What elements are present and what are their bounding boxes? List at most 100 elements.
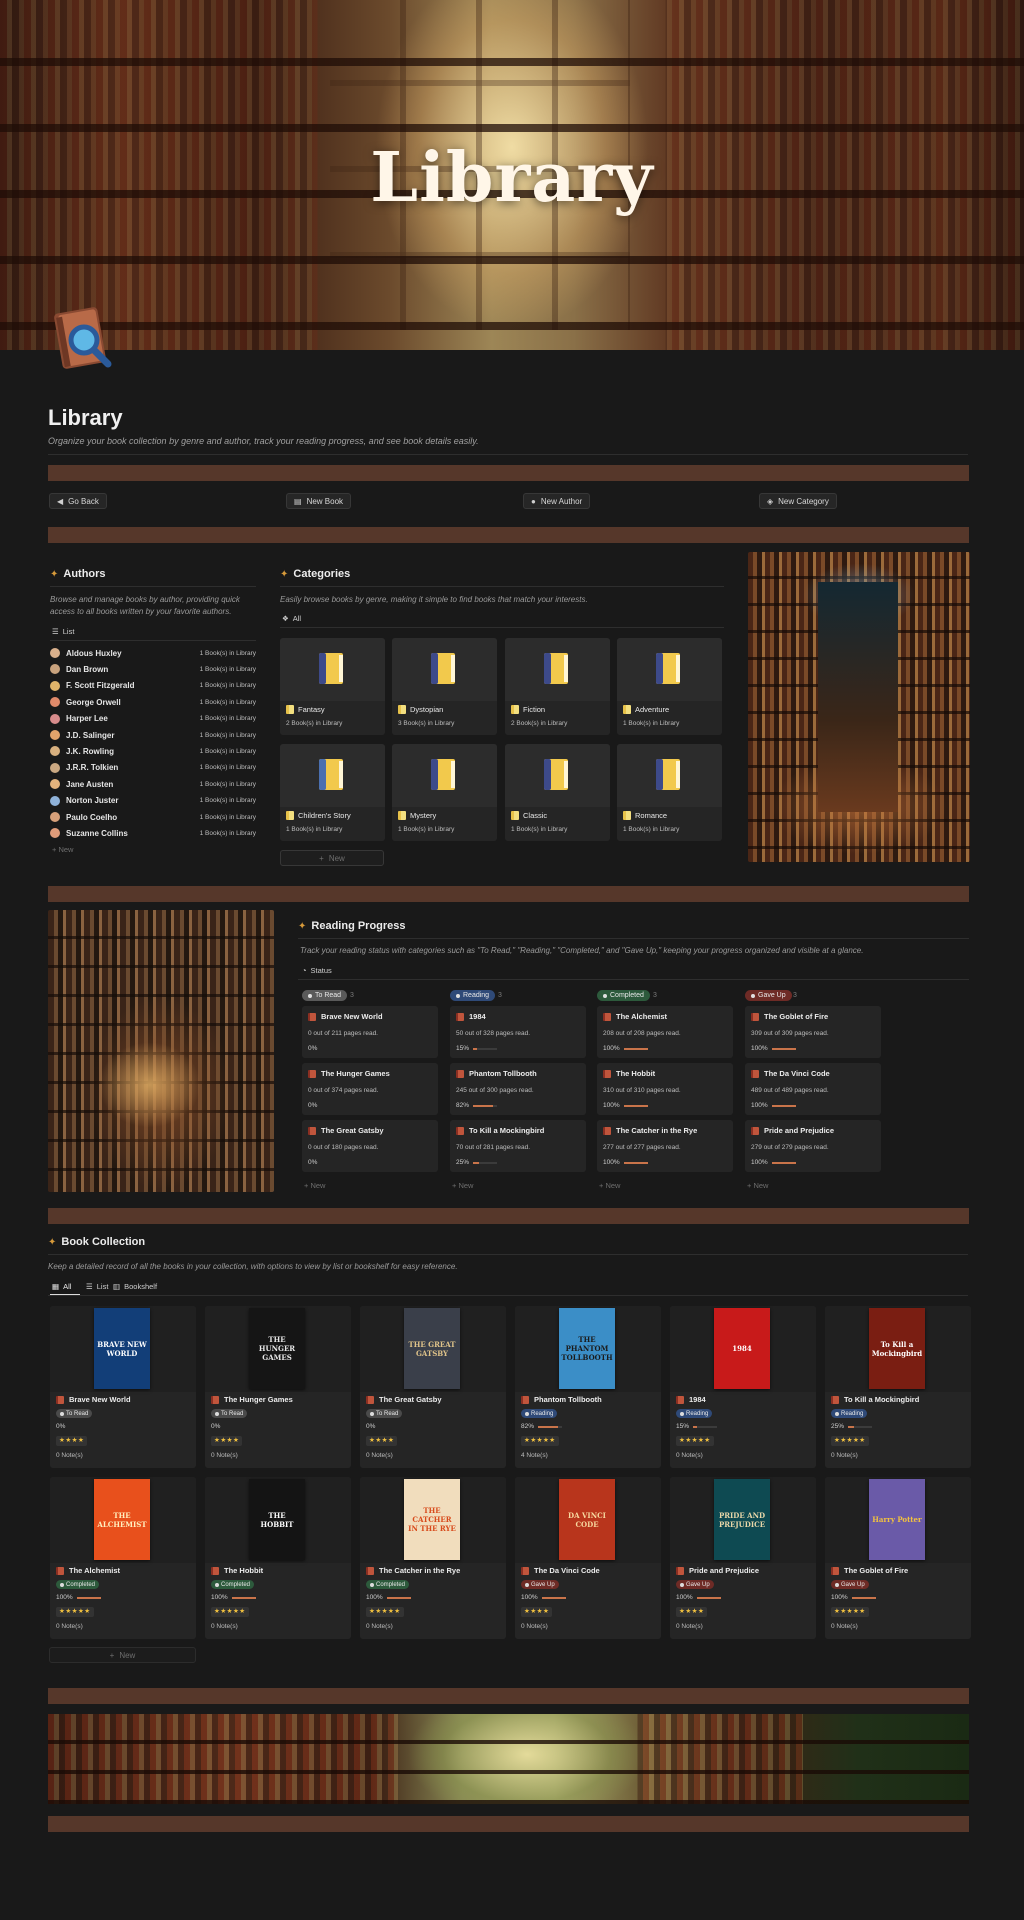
progress-bar-fill (623, 1161, 648, 1164)
author-row[interactable]: Jane Austen 1 Book(s) in Library (50, 776, 256, 792)
progress-bar (623, 1047, 648, 1050)
progress-percent: 15% (456, 1045, 498, 1052)
progress-card[interactable]: The Alchemist 208 out of 208 pages read. 1… (597, 1006, 733, 1058)
book-card[interactable]: 1984 1984 Reading 15% ★★★★★ 0 Note(s) (670, 1306, 816, 1468)
book-card[interactable]: THE HOBBIT The Hobbit Completed 100% ★★★★★ 0 … (205, 1477, 351, 1639)
lane-status-pill[interactable]: Gave Up (745, 990, 792, 1001)
categories-view-tab-all[interactable]: ❖ All (282, 614, 301, 623)
category-card[interactable]: Adventure 1 Book(s) in Library (617, 638, 722, 735)
book-card[interactable]: THE CATCHER IN THE RYE The Catcher in the… (360, 1477, 506, 1639)
progress-card-title: The Da Vinci Code (751, 1069, 830, 1078)
book-title-text: Brave New World (69, 1395, 131, 1404)
author-row[interactable]: Norton Juster 1 Book(s) in Library (50, 793, 256, 809)
book-card[interactable]: BRAVE NEW WORLD Brave New World To Read 0% ★… (50, 1306, 196, 1468)
lane-new-button[interactable]: + New (747, 1181, 768, 1190)
book-card[interactable]: To Kill a Mockingbird To Kill a Mockingbi… (825, 1306, 971, 1468)
progress-heading-text: Reading Progress (311, 920, 406, 932)
category-card[interactable]: Classic 1 Book(s) in Library (505, 744, 610, 841)
progress-bar (771, 1047, 796, 1050)
lane-new-button[interactable]: + New (452, 1181, 473, 1190)
progress-percent: 100% (366, 1594, 411, 1601)
authors-new-button[interactable]: + New (52, 845, 73, 854)
book-card[interactable]: THE GREAT GATSBY The Great Gatsby To Read 0… (360, 1306, 506, 1468)
collection-tab-bookshelf[interactable]: ▥ Bookshelf (113, 1282, 157, 1291)
author-row[interactable]: J.D. Salinger 1 Book(s) in Library (50, 727, 256, 743)
author-row[interactable]: J.R.R. Tolkien 1 Book(s) in Library (50, 760, 256, 776)
view-label: All (292, 614, 302, 623)
progress-card[interactable]: The Catcher in the Rye 277 out of 277 pag… (597, 1120, 733, 1172)
category-card[interactable]: Children's Story 1 Book(s) in Library (280, 744, 385, 841)
book-icon (511, 811, 519, 820)
new-author-button[interactable]: ● New Author (523, 493, 591, 509)
book-title: To Kill a Mockingbird (831, 1395, 919, 1404)
author-row[interactable]: Suzanne Collins 1 Book(s) in Library (50, 825, 256, 841)
book-card[interactable]: PRIDE AND PREJUDICE Pride and Prejudice Ga… (670, 1477, 816, 1639)
new-book-button[interactable]: ▤ New Book (286, 493, 352, 509)
category-name-text: Fantasy (298, 705, 325, 714)
lane-new-button[interactable]: + New (599, 1181, 620, 1190)
book-card[interactable]: Harry Potter The Goblet of Fire Gave Up 100… (825, 1477, 971, 1639)
category-book-count: 2 Book(s) in Library (286, 720, 343, 727)
author-book-count: 1 Book(s) in Library (199, 665, 256, 673)
notes-count: 0 Note(s) (366, 1452, 393, 1459)
lane-new-button[interactable]: + New (304, 1181, 325, 1190)
book-cover-area: DA VINCI CODE (515, 1477, 661, 1563)
author-row[interactable]: Paulo Coelho 1 Book(s) in Library (50, 809, 256, 825)
category-card[interactable]: Fantasy 2 Book(s) in Library (280, 638, 385, 735)
progress-card[interactable]: The Da Vinci Code 489 out of 489 pages re… (745, 1063, 881, 1115)
author-book-count: 1 Book(s) in Library (199, 813, 256, 821)
author-row[interactable]: J.K. Rowling 1 Book(s) in Library (50, 743, 256, 759)
collection-tab-all[interactable]: ▦ All (52, 1282, 71, 1291)
progress-card-title: The Great Gatsby (308, 1126, 384, 1135)
new-category-button[interactable]: ◈ New Category (759, 493, 837, 509)
author-row[interactable]: Harper Lee 1 Book(s) in Library (50, 711, 256, 727)
progress-percent: 100% (56, 1594, 101, 1601)
progress-card[interactable]: 1984 50 out of 328 pages read. 15% (450, 1006, 586, 1058)
author-row[interactable]: George Orwell 1 Book(s) in Library (50, 694, 256, 710)
author-row[interactable]: Aldous Huxley 1 Book(s) in Library (50, 645, 256, 661)
progress-card[interactable]: The Hobbit 310 out of 310 pages read. 100% (597, 1063, 733, 1115)
library-window-banner-image (48, 1714, 969, 1804)
book-card[interactable]: THE ALCHEMIST The Alchemist Completed 100% ★… (50, 1477, 196, 1639)
progress-view-tab-status[interactable]: ◔ Status (302, 966, 332, 975)
progress-bar (473, 1047, 498, 1050)
progress-card[interactable]: Phantom Tollbooth 245 out of 300 pages re… (450, 1063, 586, 1115)
book-card[interactable]: THE HUNGER GAMES The Hunger Games To Read 0… (205, 1306, 351, 1468)
collection-heading-text: Book Collection (61, 1236, 146, 1248)
progress-card[interactable]: The Hunger Games 0 out of 374 pages read.… (302, 1063, 438, 1115)
progress-card[interactable]: The Goblet of Fire 309 out of 309 pages r… (745, 1006, 881, 1058)
author-row[interactable]: F. Scott Fitzgerald 1 Book(s) in Library (50, 678, 256, 694)
categories-new-button[interactable]: + New (280, 850, 384, 866)
progress-card[interactable]: Pride and Prejudice 279 out of 279 pages … (745, 1120, 881, 1172)
new-label: New (753, 1181, 769, 1190)
progress-card[interactable]: The Great Gatsby 0 out of 180 pages read.… (302, 1120, 438, 1172)
lane-status-pill[interactable]: To Read (302, 990, 348, 1001)
percent-text: 82% (456, 1102, 470, 1109)
rating-stars: ★★★★ (366, 1436, 398, 1446)
percent-text: 15% (456, 1045, 470, 1052)
progress-bar (231, 1596, 256, 1599)
category-card[interactable]: Mystery 1 Book(s) in Library (392, 744, 497, 841)
category-card[interactable]: Romance 1 Book(s) in Library (617, 744, 722, 841)
collection-new-button[interactable]: + New (49, 1647, 196, 1663)
progress-percent: 0% (308, 1045, 317, 1052)
category-name: Fiction (511, 705, 545, 714)
pages-read: 309 out of 309 pages read. (751, 1030, 829, 1037)
progress-card[interactable]: Brave New World 0 out of 211 pages read. 0… (302, 1006, 438, 1058)
book-card[interactable]: THE PHANTOM TOLLBOOTH Phantom Tollbooth Re… (515, 1306, 661, 1468)
book-card[interactable]: DA VINCI CODE The Da Vinci Code Gave Up 100… (515, 1477, 661, 1639)
brown-divider-bar (48, 886, 969, 902)
lane-status-pill[interactable]: Completed (597, 990, 650, 1001)
notes-count: 0 Note(s) (211, 1452, 238, 1459)
category-card[interactable]: Dystopian 3 Book(s) in Library (392, 638, 497, 735)
book-title-text: To Kill a Mockingbird (844, 1395, 920, 1404)
go-back-button[interactable]: ◀ Go Back (49, 493, 107, 509)
author-row[interactable]: Dan Brown 1 Book(s) in Library (50, 661, 256, 677)
category-name: Romance (623, 811, 667, 820)
authors-view-tab-list[interactable]: ☰ List (52, 627, 74, 636)
collection-tab-list[interactable]: ☰ List (86, 1282, 108, 1291)
progress-percent: 100% (603, 1045, 648, 1052)
progress-card[interactable]: To Kill a Mockingbird 70 out of 281 pages… (450, 1120, 586, 1172)
category-card[interactable]: Fiction 2 Book(s) in Library (505, 638, 610, 735)
lane-status-pill[interactable]: Reading (450, 990, 496, 1001)
